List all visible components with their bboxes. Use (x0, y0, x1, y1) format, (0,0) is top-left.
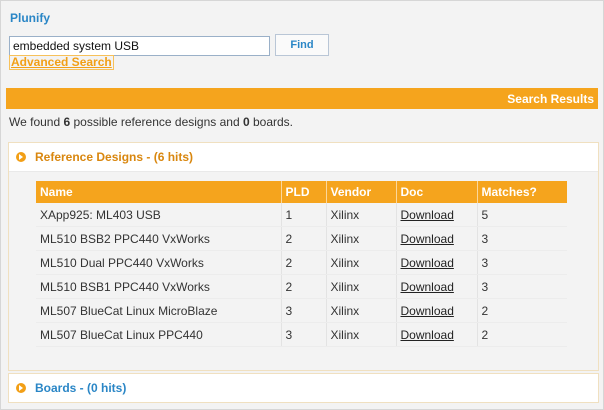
cell-name: ML507 BlueCat Linux PPC440 (36, 322, 282, 347)
download-link[interactable]: Download (401, 208, 454, 222)
table-row: ML510 Dual PPC440 VxWorks 2 Xilinx Downl… (36, 250, 567, 275)
table-row: ML507 BlueCat Linux PPC440 3 Xilinx Down… (36, 322, 567, 347)
cell-doc: Download (396, 250, 478, 275)
reference-designs-title[interactable]: Reference Designs - (6 hits) (35, 150, 193, 164)
cell-doc: Download (396, 203, 478, 227)
table-row: ML510 BSB1 PPC440 VxWorks 2 Xilinx Downl… (36, 274, 567, 299)
cell-doc: Download (396, 298, 478, 323)
cell-pld: 3 (281, 298, 327, 323)
cell-pld: 1 (281, 203, 327, 227)
cell-pld: 2 (281, 226, 327, 251)
column-header-pld[interactable]: PLD (281, 181, 327, 203)
cell-name: ML510 BSB2 PPC440 VxWorks (36, 226, 282, 251)
cell-matches: 2 (477, 298, 567, 323)
cell-name: ML510 Dual PPC440 VxWorks (36, 250, 282, 275)
cell-vendor: Xilinx (326, 274, 397, 299)
chevron-circle-icon[interactable] (16, 383, 26, 393)
column-header-matches[interactable]: Matches? (477, 181, 567, 203)
reference-designs-header[interactable]: Reference Designs - (6 hits) (9, 143, 598, 172)
cell-vendor: Xilinx (326, 298, 397, 323)
results-summary: We found 6 possible reference designs an… (9, 115, 293, 129)
table-header-row: Name PLD Vendor Doc Matches? (36, 181, 567, 203)
cell-vendor: Xilinx (326, 203, 397, 227)
download-link[interactable]: Download (401, 328, 454, 342)
summary-board-count: 0 (242, 115, 250, 129)
summary-prefix: We found (9, 115, 64, 129)
cell-vendor: Xilinx (326, 322, 397, 347)
brand-title[interactable]: Plunify (10, 11, 50, 25)
cell-vendor: Xilinx (326, 250, 397, 275)
cell-name: ML507 BlueCat Linux MicroBlaze (36, 298, 282, 323)
cell-vendor: Xilinx (326, 226, 397, 251)
cell-pld: 3 (281, 322, 327, 347)
search-results-title: Search Results (507, 92, 594, 106)
reference-designs-body: Name PLD Vendor Doc Matches? XApp925: ML… (9, 172, 598, 370)
column-header-doc[interactable]: Doc (396, 181, 478, 203)
download-link[interactable]: Download (401, 256, 454, 270)
cell-doc: Download (396, 274, 478, 299)
reference-designs-panel: Reference Designs - (6 hits) Name PLD Ve… (8, 142, 599, 371)
download-link[interactable]: Download (401, 232, 454, 246)
cell-pld: 2 (281, 250, 327, 275)
chevron-circle-icon[interactable] (16, 152, 26, 162)
cell-pld: 2 (281, 274, 327, 299)
boards-title[interactable]: Boards - (0 hits) (35, 381, 126, 395)
find-button[interactable]: Find (275, 34, 329, 56)
download-link[interactable]: Download (401, 304, 454, 318)
table-row: ML507 BlueCat Linux MicroBlaze 3 Xilinx … (36, 298, 567, 323)
summary-middle: possible reference designs and (70, 115, 243, 129)
column-header-name[interactable]: Name (36, 181, 282, 203)
app-frame: Plunify Find Advanced Search Search Resu… (0, 0, 604, 410)
boards-header[interactable]: Boards - (0 hits) (9, 374, 598, 402)
advanced-search-link[interactable]: Advanced Search (9, 55, 114, 70)
cell-name: XApp925: ML403 USB (36, 203, 282, 227)
search-input[interactable] (9, 36, 270, 56)
search-results-bar: Search Results (6, 88, 598, 109)
cell-matches: 5 (477, 203, 567, 227)
cell-matches: 3 (477, 274, 567, 299)
cell-doc: Download (396, 226, 478, 251)
cell-doc: Download (396, 322, 478, 347)
cell-matches: 2 (477, 322, 567, 347)
summary-suffix: boards. (249, 115, 293, 129)
reference-designs-table: Name PLD Vendor Doc Matches? XApp925: ML… (36, 181, 567, 347)
boards-panel: Boards - (0 hits) (8, 373, 599, 403)
cell-matches: 3 (477, 226, 567, 251)
table-row: ML510 BSB2 PPC440 VxWorks 2 Xilinx Downl… (36, 226, 567, 251)
table-row: XApp925: ML403 USB 1 Xilinx Download 5 (36, 203, 567, 227)
cell-matches: 3 (477, 250, 567, 275)
cell-name: ML510 BSB1 PPC440 VxWorks (36, 274, 282, 299)
download-link[interactable]: Download (401, 280, 454, 294)
column-header-vendor[interactable]: Vendor (326, 181, 397, 203)
